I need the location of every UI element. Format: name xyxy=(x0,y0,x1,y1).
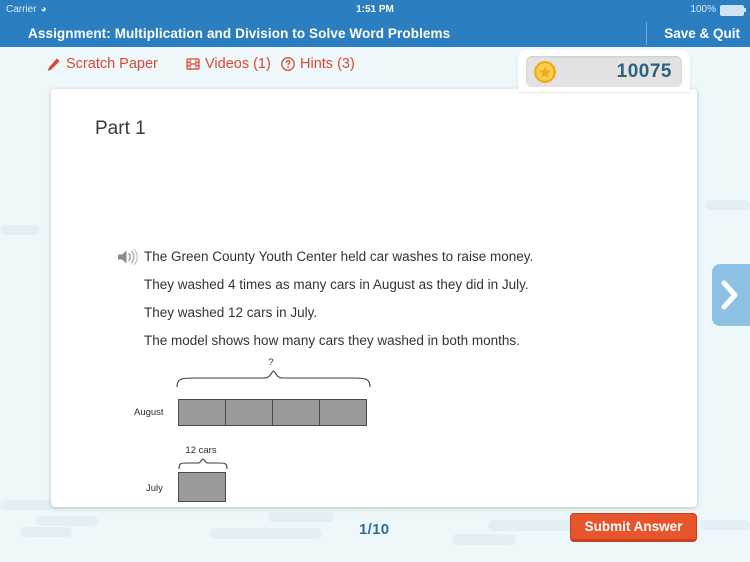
score-badge-inner: 10075 xyxy=(526,56,682,87)
next-question-button[interactable] xyxy=(712,264,750,326)
title-bar: Assignment: Multiplication and Division … xyxy=(0,20,750,47)
cloud-decoration xyxy=(0,500,58,510)
status-bar-right: 100% xyxy=(690,0,746,20)
title-divider xyxy=(646,22,647,45)
question-card: Part 1 The Green County Youth Center hel… xyxy=(51,89,697,507)
august-bar-segment xyxy=(272,399,320,426)
july-brace-icon xyxy=(178,458,228,470)
august-brace-icon xyxy=(176,370,371,388)
page-title: Assignment: Multiplication and Division … xyxy=(28,26,451,41)
cloud-decoration xyxy=(20,527,72,537)
chevron-right-icon xyxy=(721,280,738,310)
speaker-icon[interactable] xyxy=(117,248,139,266)
stem-line: They washed 4 times as many cars in Augu… xyxy=(144,277,529,292)
cloud-decoration xyxy=(36,516,98,526)
cloud-decoration xyxy=(0,225,40,235)
cloud-decoration xyxy=(488,520,580,531)
videos-label: Videos (1) xyxy=(205,56,271,72)
july-bar-segment xyxy=(178,472,226,502)
cloud-decoration xyxy=(452,534,516,545)
app-root: Carrier ◕ 1:51 PM 100% Assignment: Multi… xyxy=(0,0,750,562)
battery-full-icon xyxy=(720,4,746,16)
july-brace-label: 12 cars xyxy=(185,445,217,456)
cloud-decoration xyxy=(268,512,334,522)
question-scroll-area[interactable]: Part 1 The Green County Youth Center hel… xyxy=(51,89,697,507)
part-label: Part 1 xyxy=(95,118,146,139)
bar-model-diagram: ? August 12 cars July xyxy=(134,357,384,507)
battery-percent-label: 100% xyxy=(690,4,716,15)
scratch-paper-label: Scratch Paper xyxy=(66,56,158,72)
submit-answer-button[interactable]: Submit Answer xyxy=(570,513,697,542)
videos-button[interactable]: Videos (1) xyxy=(186,56,271,72)
question-circle-icon xyxy=(281,57,295,71)
cloud-decoration xyxy=(700,520,750,530)
scratch-paper-button[interactable]: Scratch Paper xyxy=(46,56,158,72)
august-row-label: August xyxy=(134,407,164,418)
cloud-decoration xyxy=(705,200,750,210)
july-row-label: July xyxy=(146,483,163,494)
stem-line: They washed 12 cars in July. xyxy=(144,305,318,320)
status-bar: Carrier ◕ 1:51 PM 100% xyxy=(0,0,750,20)
score-value: 10075 xyxy=(616,61,672,82)
page-indicator: 1/10 xyxy=(359,521,390,538)
save-and-quit-button[interactable]: Save & Quit xyxy=(664,20,740,47)
hints-label: Hints (3) xyxy=(300,56,355,72)
stem-line: The Green County Youth Center held car w… xyxy=(144,249,534,264)
star-coin-icon xyxy=(533,60,557,84)
score-badge: 10075 xyxy=(518,50,690,92)
hints-button[interactable]: Hints (3) xyxy=(281,56,355,72)
august-bar-segment xyxy=(178,399,226,426)
pencil-icon xyxy=(46,57,61,72)
stem-line: The model shows how many cars they washe… xyxy=(144,333,520,348)
august-brace-label: ? xyxy=(268,357,274,368)
cloud-decoration xyxy=(210,528,322,539)
august-bar-segment xyxy=(319,399,367,426)
status-bar-time: 1:51 PM xyxy=(356,4,394,15)
film-strip-icon xyxy=(186,57,200,71)
august-bar-segment xyxy=(225,399,273,426)
